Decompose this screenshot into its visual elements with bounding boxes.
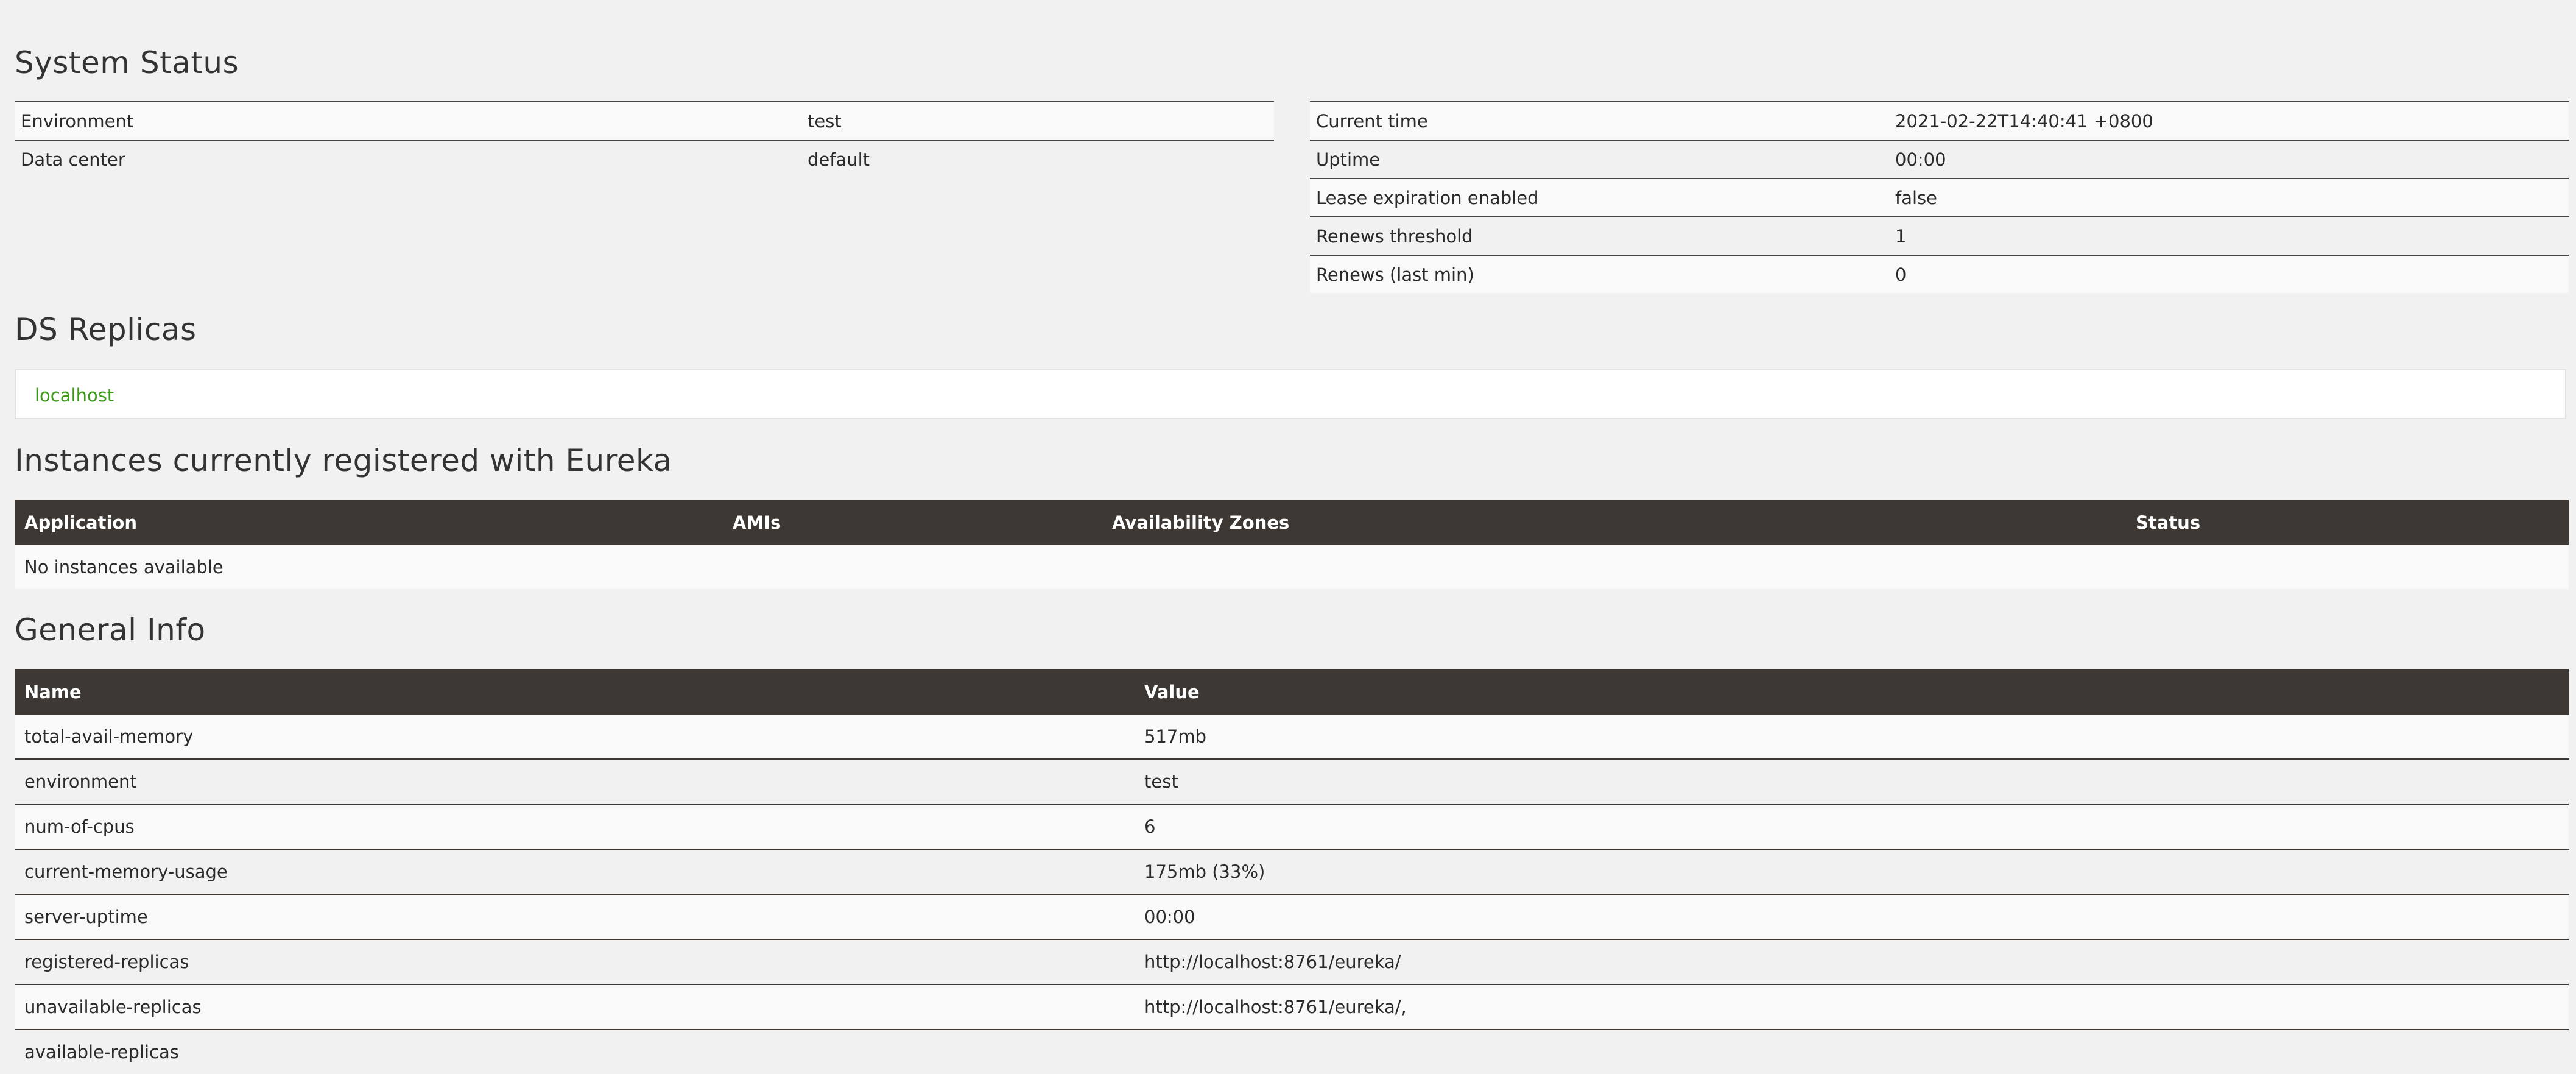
column-header-status: Status bbox=[2126, 500, 2569, 545]
info-value: 00:00 bbox=[1135, 894, 2569, 939]
status-value: default bbox=[801, 140, 1274, 178]
info-name: unavailable-replicas bbox=[15, 984, 1135, 1030]
status-label: Environment bbox=[15, 101, 801, 140]
status-label: Uptime bbox=[1310, 140, 1889, 178]
status-value: 00:00 bbox=[1889, 140, 2569, 178]
ds-replicas-list: localhost bbox=[15, 369, 2566, 419]
system-status-left-table: Environment test Data center default bbox=[15, 101, 1274, 178]
status-row-environment: Environment test bbox=[15, 101, 1274, 140]
status-row-uptime: Uptime 00:00 bbox=[1310, 140, 2569, 178]
info-name: environment bbox=[15, 758, 1135, 804]
status-row-data-center: Data center default bbox=[15, 140, 1274, 178]
ds-replicas-title: DS Replicas bbox=[15, 312, 197, 347]
table-row: num-of-cpus 6 bbox=[15, 804, 2569, 849]
general-info-header-row: Name Value bbox=[15, 669, 2569, 715]
empty-message: No instances available bbox=[15, 545, 2569, 589]
table-row: registered-replicas http://localhost:876… bbox=[15, 939, 2569, 984]
column-header-amis: AMIs bbox=[723, 500, 1102, 545]
general-info-title: General Info bbox=[15, 612, 206, 648]
column-header-availability-zones: Availability Zones bbox=[1102, 500, 2126, 545]
info-value bbox=[1135, 1029, 2569, 1074]
general-info-table: Name Value total-avail-memory 517mb envi… bbox=[15, 669, 2569, 1074]
table-row: unavailable-replicas http://localhost:87… bbox=[15, 984, 2569, 1030]
column-header-value: Value bbox=[1135, 669, 2569, 715]
status-label: Renews (last min) bbox=[1310, 255, 1889, 293]
table-row: available-replicas bbox=[15, 1029, 2569, 1074]
instances-title: Instances currently registered with Eure… bbox=[15, 443, 672, 478]
info-value: 175mb (33%) bbox=[1135, 849, 2569, 894]
info-name: total-avail-memory bbox=[15, 715, 1135, 759]
instances-table: Application AMIs Availability Zones Stat… bbox=[15, 500, 2569, 589]
instances-header-row: Application AMIs Availability Zones Stat… bbox=[15, 500, 2569, 545]
status-value: 1 bbox=[1889, 216, 2569, 255]
status-row-renews-last-min: Renews (last min) 0 bbox=[1310, 255, 2569, 293]
status-row-current-time: Current time 2021-02-22T14:40:41 +0800 bbox=[1310, 101, 2569, 140]
status-row-renews-threshold: Renews threshold 1 bbox=[1310, 216, 2569, 255]
info-name: server-uptime bbox=[15, 894, 1135, 939]
info-value: 517mb bbox=[1135, 715, 2569, 759]
column-header-application: Application bbox=[15, 500, 723, 545]
info-value: 6 bbox=[1135, 804, 2569, 849]
status-row-lease-expiration: Lease expiration enabled false bbox=[1310, 178, 2569, 217]
info-value: test bbox=[1135, 758, 2569, 804]
info-name: num-of-cpus bbox=[15, 804, 1135, 849]
system-status-right-table: Current time 2021-02-22T14:40:41 +0800 U… bbox=[1310, 101, 2569, 293]
status-label: Lease expiration enabled bbox=[1310, 178, 1889, 217]
table-row: server-uptime 00:00 bbox=[15, 894, 2569, 939]
replica-link-localhost[interactable]: localhost bbox=[35, 385, 114, 406]
info-value: http://localhost:8761/eureka/, bbox=[1135, 984, 2569, 1030]
column-header-name: Name bbox=[15, 669, 1135, 715]
status-value: false bbox=[1889, 178, 2569, 217]
info-name: registered-replicas bbox=[15, 939, 1135, 984]
info-value: http://localhost:8761/eureka/ bbox=[1135, 939, 2569, 984]
status-label: Renews threshold bbox=[1310, 216, 1889, 255]
info-name: current-memory-usage bbox=[15, 849, 1135, 894]
table-row: current-memory-usage 175mb (33%) bbox=[15, 849, 2569, 894]
instances-empty-row: No instances available bbox=[15, 545, 2569, 589]
table-row: total-avail-memory 517mb bbox=[15, 715, 2569, 759]
status-label: Current time bbox=[1310, 101, 1889, 140]
status-value: 0 bbox=[1889, 255, 2569, 293]
status-value: 2021-02-22T14:40:41 +0800 bbox=[1889, 101, 2569, 140]
info-name: available-replicas bbox=[15, 1029, 1135, 1074]
status-label: Data center bbox=[15, 140, 801, 178]
status-value: test bbox=[801, 101, 1274, 140]
system-status-title: System Status bbox=[15, 45, 239, 80]
table-row: environment test bbox=[15, 758, 2569, 804]
